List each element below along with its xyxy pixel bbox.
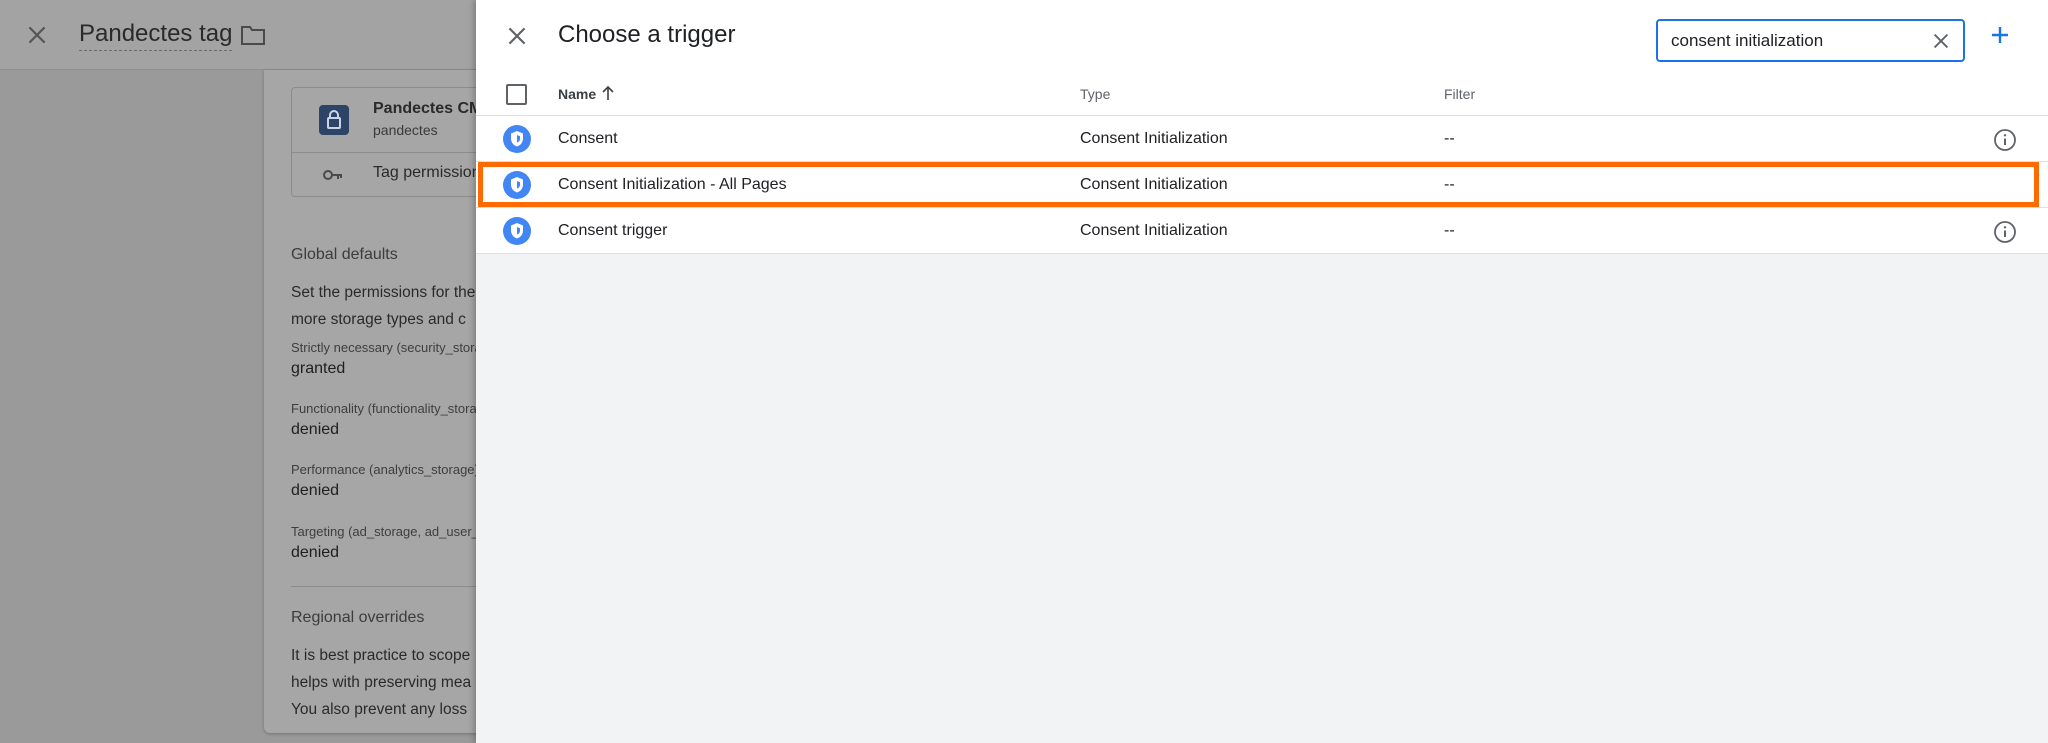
trigger-type: Consent Initialization — [1080, 222, 1228, 239]
trigger-filter: -- — [1444, 130, 1455, 147]
regional-text-line: helps with preserving mea — [291, 674, 472, 691]
regional-text-line: It is best practice to scope — [291, 647, 471, 664]
default-label: Strictly necessary (security_storage) — [291, 340, 501, 355]
consent-shield-icon — [503, 125, 531, 153]
folder-icon[interactable] — [240, 24, 266, 46]
trigger-table: Name Type Filter Consent Consent Initial… — [476, 74, 2048, 254]
trigger-filter: -- — [1444, 176, 1455, 193]
trigger-type: Consent Initialization — [1080, 176, 1228, 193]
search-box[interactable] — [1656, 19, 1965, 62]
default-value: denied — [291, 544, 340, 561]
sort-ascending-icon[interactable] — [600, 84, 616, 102]
select-all-checkbox[interactable] — [506, 84, 527, 105]
default-label: Functionality (functionality_storage) — [291, 401, 496, 416]
default-value: denied — [291, 421, 340, 438]
trigger-name: Consent Initialization - All Pages — [558, 176, 787, 193]
regional-text-line: You also prevent any loss — [291, 701, 468, 718]
panel-title: Choose a trigger — [558, 21, 736, 48]
trigger-type: Consent Initialization — [1080, 130, 1228, 147]
close-icon[interactable] — [504, 23, 530, 49]
info-icon[interactable] — [1993, 220, 2017, 244]
add-trigger-icon[interactable] — [1985, 20, 2015, 50]
table-row[interactable]: Consent Consent Initialization -- — [476, 116, 2048, 162]
search-input[interactable] — [1671, 30, 1921, 52]
tag-title[interactable]: Pandectes tag — [79, 20, 233, 51]
trigger-filter: -- — [1444, 222, 1455, 239]
consent-shield-icon — [503, 217, 531, 245]
tag-type-vendor: pandectes — [373, 122, 438, 138]
global-defaults-heading: Global defaults — [291, 246, 398, 263]
default-label: Performance (analytics_storage) — [291, 462, 479, 477]
close-icon[interactable] — [24, 22, 50, 48]
pandectes-logo — [319, 105, 349, 135]
default-value: denied — [291, 482, 340, 499]
clear-search-icon[interactable] — [1930, 30, 1952, 52]
trigger-name: Consent trigger — [558, 222, 668, 239]
table-header-row: Name Type Filter — [476, 74, 2048, 116]
column-header-name[interactable]: Name — [558, 86, 596, 102]
table-row[interactable]: Consent Initialization - All Pages Conse… — [476, 162, 2048, 208]
column-header-type[interactable]: Type — [1080, 86, 1110, 102]
trigger-name: Consent — [558, 130, 618, 147]
info-icon[interactable] — [1993, 128, 2017, 152]
default-value: granted — [291, 360, 346, 377]
table-row[interactable]: Consent trigger Consent Initialization -… — [476, 208, 2048, 254]
tag-permissions-label: Tag permissions — [373, 164, 489, 181]
tag-editor-header: Pandectes tag — [0, 0, 476, 70]
global-defaults-text-line: Set the permissions for the — [291, 284, 476, 301]
regional-overrides-heading: Regional overrides — [291, 609, 425, 626]
key-icon — [323, 170, 342, 180]
panel-header: Choose a trigger — [476, 0, 2048, 74]
choose-trigger-panel: Choose a trigger Name Type Filter Consen… — [476, 0, 2048, 743]
divider — [291, 586, 491, 587]
consent-shield-icon — [503, 171, 531, 199]
column-header-filter[interactable]: Filter — [1444, 86, 1475, 102]
global-defaults-text-line: more storage types and c — [291, 311, 466, 328]
